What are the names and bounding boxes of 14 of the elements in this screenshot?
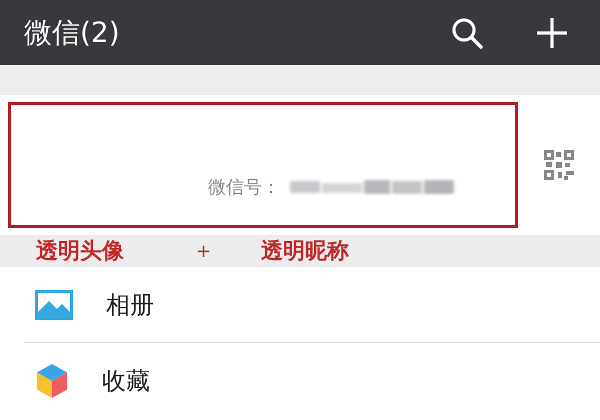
qr-code-icon[interactable] xyxy=(544,150,574,180)
menu-item[interactable]: 收藏 xyxy=(24,342,600,418)
menu-item[interactable]: 相册 xyxy=(0,267,600,342)
wechat-id-label: 微信号： xyxy=(208,176,280,199)
app-title: 微信(2) xyxy=(24,14,120,50)
menu-label: 相册 xyxy=(106,290,154,320)
plus-sign: + xyxy=(196,240,212,262)
menu-label: 收藏 xyxy=(102,366,150,396)
annotation-text: 透明头像 xyxy=(36,238,124,266)
landscape-icon xyxy=(35,290,73,320)
cube-icon xyxy=(35,362,69,398)
search-icon[interactable] xyxy=(450,16,484,50)
annotation-text: 透明昵称 xyxy=(261,238,350,266)
add-icon[interactable] xyxy=(536,16,568,48)
